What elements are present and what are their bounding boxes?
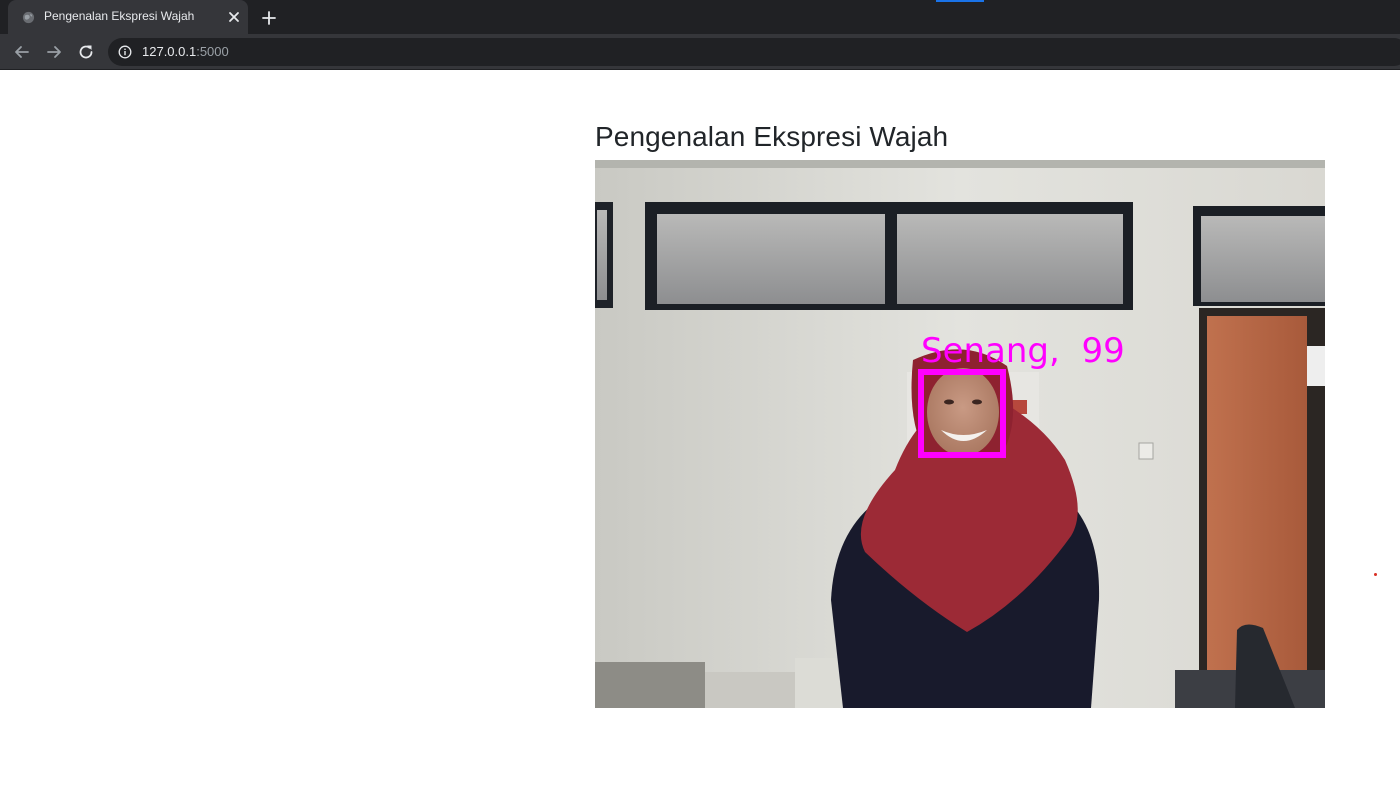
info-icon[interactable] — [118, 45, 132, 59]
forward-arrow-icon[interactable] — [44, 42, 64, 62]
page-content: Pengenalan Ekspresi Wajah Senang, 99 — [0, 71, 1400, 800]
close-tab-icon[interactable] — [226, 9, 242, 25]
back-arrow-icon[interactable] — [12, 42, 32, 62]
tab-title: Pengenalan Ekspresi Wajah — [44, 9, 195, 23]
page-title: Pengenalan Ekspresi Wajah — [595, 121, 949, 152]
red-dot — [1374, 573, 1377, 576]
address-bar[interactable]: 127.0.0.1:5000 — [108, 38, 1400, 66]
video-feed: Senang, 99 — [595, 160, 1325, 708]
webcam-frame: Senang, 99 — [595, 160, 1325, 708]
tab-strip: Pengenalan Ekspresi Wajah — [0, 0, 1400, 34]
new-tab-icon[interactable] — [259, 8, 279, 28]
strip-accent — [936, 0, 984, 2]
browser-tab[interactable]: Pengenalan Ekspresi Wajah — [8, 0, 248, 34]
url-text: 127.0.0.1:5000 — [142, 44, 229, 59]
detection-label: Senang, 99 — [921, 331, 1125, 371]
reload-icon[interactable] — [76, 42, 96, 62]
browser-toolbar: 127.0.0.1:5000 — [0, 34, 1400, 70]
url-port: :5000 — [196, 44, 229, 59]
globe-icon — [22, 11, 35, 24]
url-host: 127.0.0.1 — [142, 44, 197, 59]
